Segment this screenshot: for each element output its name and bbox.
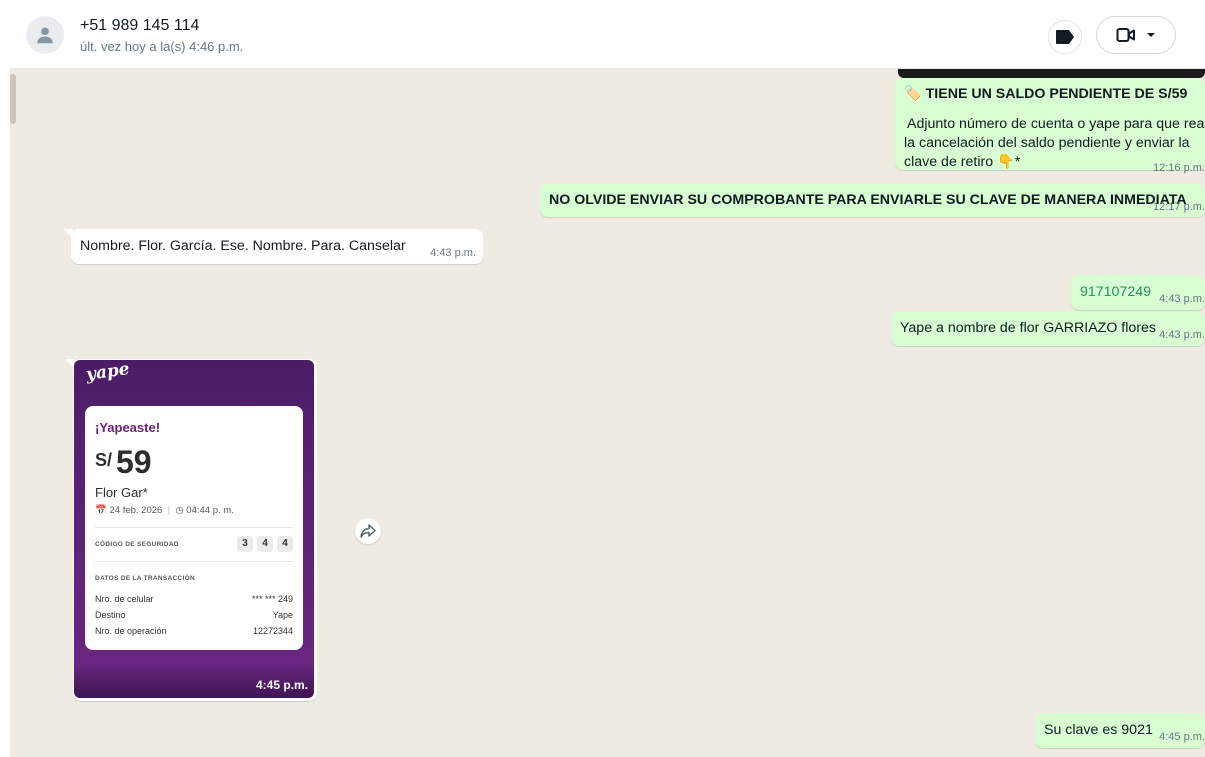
- video-camera-icon: [1116, 28, 1135, 42]
- message-bold-line: TIENE UN SALDO PENDIENTE DE S/59: [925, 86, 1188, 102]
- detail-label: Nro. de celular: [95, 594, 154, 604]
- divider: [95, 527, 293, 528]
- video-call-button[interactable]: [1096, 16, 1176, 54]
- message-text: Yape a nombre de flor GARRIAZO flores: [900, 320, 1157, 336]
- chat-header: +51 989 145 114 últ. vez hoy a la(s) 4:4…: [10, 0, 1205, 69]
- calendar-icon: 📅: [95, 505, 107, 516]
- contact-status: últ. vez hoy a la(s) 4:46 p.m.: [80, 39, 244, 54]
- message-text: Nombre. Flor. García. Ese. Nombre. Para.…: [80, 238, 406, 254]
- cut-off-image: [898, 69, 1205, 78]
- person-icon: [37, 27, 53, 44]
- chat-area[interactable]: 🏷️ TIENE UN SALDO PENDIENTE DE S/59 Adju…: [10, 69, 1205, 757]
- scrollbar[interactable]: [10, 74, 16, 124]
- receipt-date: 24 feb. 2026: [109, 505, 163, 516]
- message-bubble[interactable]: Su clave es 9021 4:45 p.m.: [1035, 713, 1205, 748]
- message-time: 12:17 p.m.: [1153, 201, 1205, 213]
- message-time: 4:45 p.m.: [1159, 731, 1205, 743]
- receipt-amount: 59: [116, 444, 152, 480]
- message-text: Su clave es 9021: [1044, 722, 1153, 738]
- detail-label: Nro. de operación: [95, 626, 167, 636]
- message-bubble[interactable]: NO OLVIDE ENVIAR SU COMPROBANTE PARA ENV…: [540, 183, 1205, 217]
- tag-emoji-icon: 🏷️: [904, 86, 922, 102]
- contact-name[interactable]: +51 989 145 114: [80, 17, 199, 35]
- message-time: 4:43 p.m.: [430, 247, 476, 259]
- message-bubble[interactable]: Nombre. Flor. García. Ese. Nombre. Para.…: [71, 229, 483, 264]
- security-code-digit: 4: [277, 536, 293, 552]
- message-bubble[interactable]: 917107249 4:43 p.m.: [1071, 275, 1205, 310]
- detail-label: Destino: [95, 610, 126, 620]
- security-code-digit: 3: [237, 536, 253, 552]
- yape-logo: yape: [84, 360, 131, 385]
- message-time: 4:43 p.m.: [1159, 293, 1205, 305]
- forward-button[interactable]: [355, 518, 381, 544]
- detail-value: Yape: [272, 610, 293, 620]
- message-time: 4:45 p.m.: [255, 678, 308, 692]
- receipt-recipient: Flor Gar*: [95, 485, 148, 500]
- receipt-currency: S/: [95, 450, 113, 470]
- message-line: la cancelación del saldo pendiente y env…: [904, 135, 1190, 151]
- message-time: 4:43 p.m.: [1159, 329, 1205, 341]
- receipt-datetime: 📅 24 feb. 2026 | ◷ 04:44 p. m.: [95, 505, 234, 516]
- transaction-details-label: DATOS DE LA TRANSACCIÓN: [95, 575, 195, 582]
- label-icon: [1056, 30, 1074, 44]
- security-code-digit: 4: [257, 536, 273, 552]
- detail-value: *** *** 249: [251, 594, 293, 604]
- receipt-title: ¡Yapeaste!: [95, 420, 161, 435]
- phone-number-link[interactable]: 917107249: [1080, 284, 1151, 300]
- detail-value: 12272344: [252, 626, 293, 636]
- security-code-label: CÓDIGO DE SEGURIDAD: [95, 541, 179, 548]
- receipt-card: ¡Yapeaste! S/ 59 Flor Gar* 📅 24 feb. 202…: [85, 406, 303, 650]
- message-bubble[interactable]: Yape a nombre de flor GARRIAZO flores 4:…: [891, 311, 1205, 346]
- message-text: NO OLVIDE ENVIAR SU COMPROBANTE PARA ENV…: [549, 192, 1187, 208]
- receipt-time: 04:44 p. m.: [186, 505, 234, 516]
- avatar[interactable]: [26, 16, 64, 54]
- message-time: 12:16 p.m.: [1153, 162, 1205, 174]
- label-button[interactable]: [1048, 20, 1082, 54]
- message-line: clave de retiro 👇*: [904, 154, 1021, 170]
- yape-receipt-image[interactable]: yape ¡Yapeaste! S/ 59 Flor Gar* 📅 24 feb…: [74, 360, 314, 698]
- message-line: Adjunto número de cuenta o yape para que…: [907, 116, 1205, 132]
- forward-icon: [360, 524, 376, 538]
- message-bubble[interactable]: 🏷️ TIENE UN SALDO PENDIENTE DE S/59 Adju…: [895, 78, 1205, 174]
- chevron-down-icon: [1147, 33, 1155, 37]
- clock-icon: ◷: [175, 505, 184, 516]
- divider: [95, 561, 293, 562]
- image-message[interactable]: yape ¡Yapeaste! S/ 59 Flor Gar* 📅 24 feb…: [73, 359, 317, 701]
